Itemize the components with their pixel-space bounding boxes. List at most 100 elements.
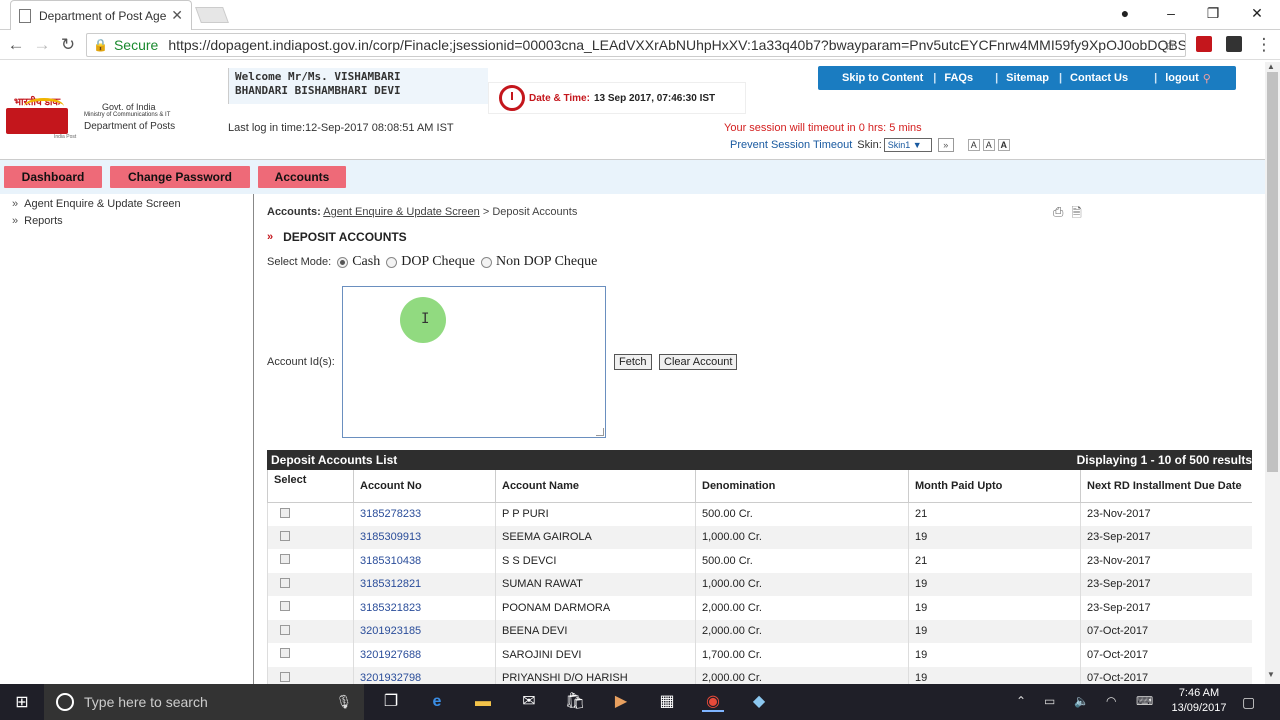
chevron-right-icon: » [12, 198, 19, 210]
table-row[interactable]: 3185312821 SUMAN RAWAT 1,000.00 Cr. 19 23-Se… [267, 572, 1252, 596]
account-no-cell[interactable]: 3185321823 [353, 596, 496, 620]
volume-icon[interactable]: 🔈 [1074, 694, 1089, 708]
taskbar-clock[interactable]: 7:46 AM 13/09/2017 [1164, 686, 1234, 716]
table-row[interactable]: 3185309913 SEEMA GAIROLA 1,000.00 Cr. 19 23-… [267, 525, 1252, 549]
radio-non-dop-cheque[interactable] [480, 256, 492, 268]
breadcrumb-link[interactable]: Agent Enquire & Update Screen [323, 206, 480, 218]
task-view-icon[interactable]: ❐ [380, 692, 402, 712]
tray-chevron-icon[interactable]: ⌃ [1016, 694, 1026, 708]
table-row[interactable]: 3201927688 SAROJINI DEVI 1,700.00 Cr. 19 07-… [267, 643, 1252, 667]
faqs-link[interactable]: FAQs [944, 72, 973, 84]
windows-start-icon[interactable]: ⊞ [0, 684, 44, 720]
page-scrollbar[interactable]: ▲ ▼ [1265, 62, 1280, 684]
export-icon[interactable]: 🗎 [1071, 204, 1081, 226]
close-window-button[interactable]: ✕ [1234, 0, 1280, 26]
forward-icon[interactable]: → [32, 35, 52, 55]
url-input[interactable]: 🔒 Secure https://dopagent.indiapost.gov.… [86, 33, 1186, 57]
sitemap-link[interactable]: Sitemap [1006, 72, 1049, 84]
table-row[interactable]: 3185310438 S S DEVCI 500.00 Cr. 21 23-Nov-20… [267, 549, 1252, 573]
account-no-cell[interactable]: 3185278233 [353, 502, 496, 526]
row-checkbox[interactable] [280, 624, 290, 635]
col-select[interactable]: Select [267, 470, 354, 503]
font-small-button[interactable]: A [967, 139, 980, 151]
accounts-button[interactable]: Accounts [258, 166, 346, 188]
prevent-timeout-link[interactable]: Prevent Session Timeout [730, 139, 852, 151]
media-icon[interactable]: ▶ [610, 692, 632, 712]
font-medium-button[interactable]: A [982, 139, 995, 151]
mail-icon[interactable]: ✉ [518, 692, 540, 712]
account-no-cell[interactable]: 3201932798 [353, 666, 496, 684]
contact-us-link[interactable]: Contact Us [1070, 72, 1128, 84]
scroll-up-icon[interactable]: ▲ [1267, 62, 1275, 71]
col-denomination[interactable]: Denomination [695, 470, 909, 503]
change-password-button[interactable]: Change Password [110, 166, 250, 188]
scroll-thumb[interactable] [1267, 72, 1278, 472]
col-account-name[interactable]: Account Name [495, 470, 696, 503]
col-account-no[interactable]: Account No [353, 470, 496, 503]
minimize-button[interactable]: – [1148, 0, 1194, 26]
mode-dop-cheque-label[interactable]: DOP Cheque [401, 254, 475, 270]
resize-grip-icon[interactable] [596, 428, 604, 436]
notifications-icon[interactable]: ▢ [1242, 694, 1255, 711]
col-next-due-date[interactable]: Next RD Installment Due Date [1080, 470, 1252, 503]
table-row[interactable]: 3185321823 POONAM DARMORA 2,000.00 Cr. 19 23… [267, 596, 1252, 620]
font-large-button[interactable]: A [997, 139, 1010, 151]
maximize-button[interactable]: ❐ [1190, 0, 1236, 26]
calculator-icon[interactable]: ▦ [656, 692, 678, 712]
clear-account-button[interactable]: Clear Account [659, 354, 738, 370]
print-icon[interactable]: ⎙ [1053, 204, 1063, 226]
row-checkbox[interactable] [280, 601, 290, 612]
pdf-extension-icon[interactable] [1196, 36, 1212, 52]
reload-icon[interactable]: ↻ [58, 35, 78, 55]
close-tab-icon[interactable]: ✕ [171, 7, 183, 24]
row-checkbox[interactable] [280, 554, 290, 565]
mode-non-dop-cheque-label[interactable]: Non DOP Cheque [496, 254, 597, 270]
menu-icon[interactable]: ⋮ [1254, 35, 1274, 55]
sidebar-item-agent-enquire[interactable]: » Agent Enquire & Update Screen [12, 198, 181, 210]
account-no-cell[interactable]: 3201923185 [353, 619, 496, 643]
sidebar-item-reports[interactable]: » Reports [12, 215, 63, 227]
skip-to-content-link[interactable]: Skip to Content [842, 72, 923, 84]
browser-tab[interactable]: Department of Post Agen ✕ [10, 0, 192, 30]
chrome-icon[interactable]: ◉ [702, 692, 724, 712]
radio-cash[interactable] [337, 256, 349, 268]
col-month-paid[interactable]: Month Paid Upto [908, 470, 1081, 503]
fetch-button[interactable]: Fetch [614, 354, 652, 370]
extension-icon[interactable] [1226, 36, 1242, 52]
store-icon[interactable]: 🛍 [564, 692, 586, 712]
keyboard-icon[interactable]: ⌨ [1136, 694, 1153, 708]
account-no-cell[interactable]: 3185312821 [353, 572, 496, 596]
table-row[interactable]: 3201923185 BEENA DEVI 2,000.00 Cr. 19 07-Oct… [267, 619, 1252, 643]
radio-dop-cheque[interactable] [386, 256, 398, 268]
account-no-cell[interactable]: 3201927688 [353, 643, 496, 667]
battery-icon[interactable]: ▭ [1044, 694, 1055, 708]
microphone-icon[interactable]: 🎙 [335, 694, 352, 710]
logout-icon[interactable]: ⚲ [1203, 72, 1211, 85]
skin-select[interactable]: Skin1 ▼ [883, 138, 932, 152]
back-icon[interactable]: ← [6, 35, 26, 55]
taskbar-search[interactable]: Type here to search 🎙 [44, 684, 364, 720]
row-checkbox[interactable] [280, 671, 290, 682]
profile-icon[interactable]: ● [1102, 0, 1148, 26]
new-tab-button[interactable] [195, 7, 229, 23]
table-row[interactable]: 3185278233 P P PURI 500.00 Cr. 21 23-Nov-201… [267, 502, 1252, 526]
skin-go-button[interactable]: » [937, 138, 954, 152]
dashboard-button[interactable]: Dashboard [4, 166, 102, 188]
table-row[interactable]: 3201932798 PRIYANSHI D/O HARISH 2,000.00 C… [267, 666, 1252, 684]
row-checkbox[interactable] [280, 530, 290, 541]
app-icon[interactable]: ◆ [748, 692, 770, 712]
logout-link[interactable]: logout [1165, 72, 1199, 84]
account-id-textarea[interactable]: I [342, 286, 606, 438]
wifi-icon[interactable]: ◠ [1106, 694, 1116, 708]
file-explorer-icon[interactable]: ▬ [472, 692, 494, 712]
edge-icon[interactable]: e [426, 692, 448, 712]
account-no-cell[interactable]: 3185309913 [353, 525, 496, 549]
bookmark-star-icon[interactable]: ☆ [1164, 36, 1177, 54]
scroll-down-icon[interactable]: ▼ [1267, 670, 1275, 679]
row-checkbox[interactable] [280, 648, 290, 659]
mode-cash-label[interactable]: Cash [352, 254, 380, 270]
sidebar: » Agent Enquire & Update Screen » Reports [0, 194, 254, 684]
account-no-cell[interactable]: 3185310438 [353, 549, 496, 573]
row-checkbox[interactable] [280, 507, 290, 518]
row-checkbox[interactable] [280, 577, 290, 588]
